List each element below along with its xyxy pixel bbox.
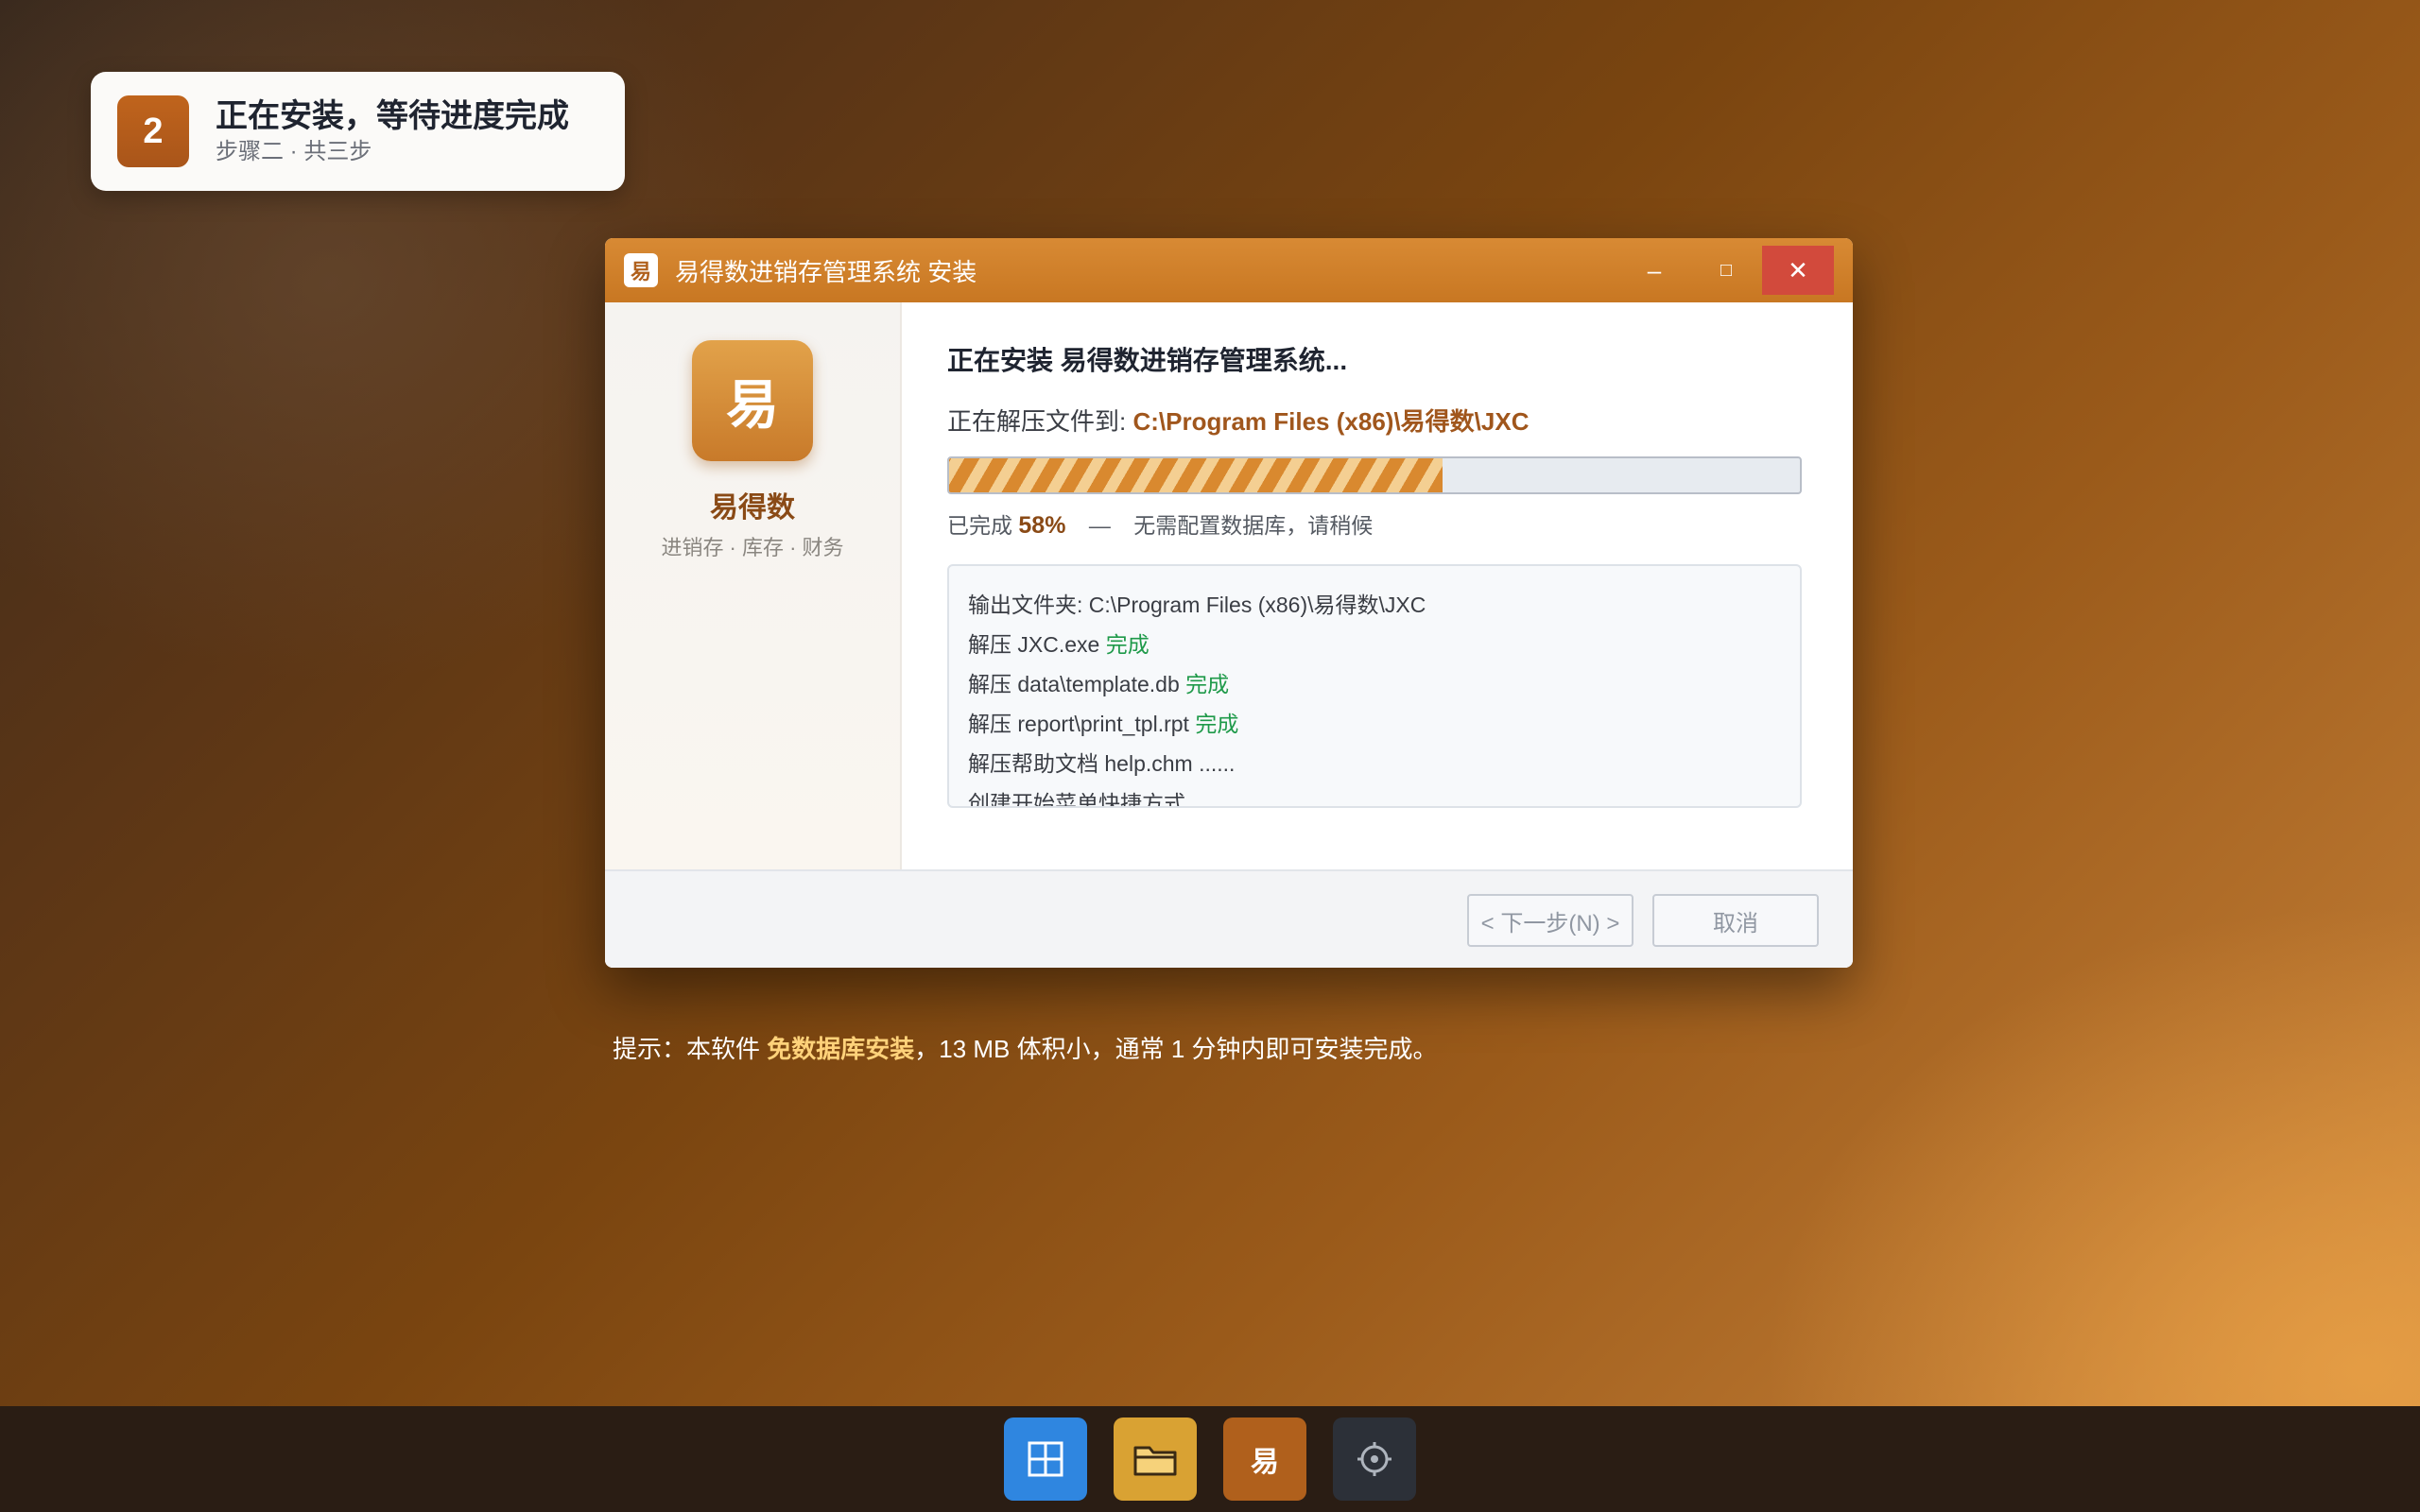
start-icon: [1028, 1441, 1063, 1477]
install-hint: 提示：本软件 免数据库安装，13 MB 体积小，通常 1 分钟内即可安装完成。: [613, 1030, 1438, 1065]
extract-path-line: 正在解压文件到: C:\Program Files (x86)\易得数\JXC: [947, 403, 1804, 438]
folder-icon: [1133, 1446, 1177, 1476]
minimize-button[interactable]: –: [1618, 246, 1690, 295]
installer-taskbar-button[interactable]: 易: [1223, 1418, 1306, 1501]
status-prefix: 已完成: [947, 513, 1012, 538]
hint-suffix: ，13 MB 体积小，通常 1 分钟内即可安装完成。: [914, 1035, 1438, 1063]
step-texts: 正在安装，等待进度完成 步骤二 · 共三步: [216, 95, 569, 167]
progress-status: 已完成 58% — 无需配置数据库，请稍候: [947, 507, 1804, 540]
log-line: 输出文件夹: C:\Program Files (x86)\易得数\JXC: [968, 585, 1781, 625]
log-status-ok: 完成: [1195, 712, 1239, 736]
start-button[interactable]: [1004, 1418, 1087, 1501]
window-controls: – □ ✕: [1618, 246, 1834, 295]
log-line: 解压 data\template.db 完成: [968, 664, 1781, 704]
step-number-badge: 2: [117, 95, 189, 167]
maximize-button[interactable]: □: [1690, 246, 1762, 295]
minimize-icon: –: [1647, 255, 1662, 284]
install-log[interactable]: 输出文件夹: C:\Program Files (x86)\易得数\JXC 解压…: [947, 564, 1802, 808]
log-line: 创建开始菜单快捷方式 ...: [968, 783, 1781, 808]
installer-sidebar: 易 易得数 进销存 · 库存 · 财务: [605, 302, 902, 869]
extract-path-value: C:\Program Files (x86)\易得数\JXC: [1132, 407, 1530, 436]
log-status-ok: 完成: [1105, 632, 1150, 657]
step-title: 正在安装，等待进度完成: [216, 98, 569, 134]
extract-path-label: 正在解压文件到:: [947, 407, 1127, 436]
taskbar: 易: [0, 1406, 2420, 1512]
app-logo-icon: 易: [692, 340, 813, 461]
window-titlebar[interactable]: 易 易得数进销存管理系统 安装 – □ ✕: [605, 238, 1853, 302]
app-name: 易得数: [710, 492, 795, 524]
progress-percent: 58%: [1018, 512, 1066, 539]
window-footer: < 下一步(N) > 取消: [605, 869, 1853, 968]
window-content: 易 易得数 进销存 · 库存 · 财务 正在安装 易得数进销存管理系统... 正…: [605, 302, 1853, 869]
log-line: 解压 report\print_tpl.rpt 完成: [968, 704, 1781, 744]
log-text: 创建开始菜单快捷方式 ...: [968, 791, 1210, 808]
step-indicator-card: 2 正在安装，等待进度完成 步骤二 · 共三步: [91, 72, 625, 191]
installer-window: 易 易得数进销存管理系统 安装 – □ ✕ 易 易得数 进销存 · 库存 · 财…: [605, 238, 1853, 968]
log-text: 输出文件夹: C:\Program Files (x86)\易得数\JXC: [968, 593, 1426, 617]
log-text: 解压 data\template.db: [968, 672, 1186, 696]
app-tagline: 进销存 · 库存 · 财务: [661, 536, 844, 559]
app-title-icon: 易: [624, 253, 658, 287]
maximize-icon: □: [1720, 259, 1733, 281]
install-main-panel: 正在安装 易得数进销存管理系统... 正在解压文件到: C:\Program F…: [902, 302, 1853, 869]
step-subtitle: 步骤二 · 共三步: [216, 139, 372, 164]
next-button[interactable]: < 下一步(N) >: [1467, 894, 1634, 947]
log-status-ok: 完成: [1185, 672, 1230, 696]
progress-fill: [949, 458, 1443, 492]
status-dash: —: [1088, 513, 1111, 538]
cancel-button[interactable]: 取消: [1652, 894, 1819, 947]
install-progress-bar: [947, 456, 1802, 494]
install-heading: 正在安装 易得数进销存管理系统...: [947, 346, 1348, 375]
close-icon: ✕: [1788, 255, 1808, 284]
hint-emphasis: 免数据库安装: [767, 1035, 915, 1063]
window-title: 易得数进销存管理系统 安装: [675, 257, 977, 286]
log-text: 解压 report\print_tpl.rpt: [968, 712, 1196, 736]
log-text: 解压帮助文档 help.chm ......: [968, 751, 1236, 776]
settings-icon: [1357, 1442, 1392, 1476]
file-explorer-button[interactable]: [1114, 1418, 1197, 1501]
hint-prefix: 提示：本软件: [613, 1035, 768, 1063]
log-text: 解压 JXC.exe: [968, 632, 1106, 657]
log-line: 解压帮助文档 help.chm ......: [968, 744, 1781, 783]
close-button[interactable]: ✕: [1762, 246, 1834, 295]
log-line: 解压 JXC.exe 完成: [968, 625, 1781, 664]
status-note: 无需配置数据库，请稍候: [1133, 513, 1374, 538]
settings-button[interactable]: [1333, 1418, 1416, 1501]
